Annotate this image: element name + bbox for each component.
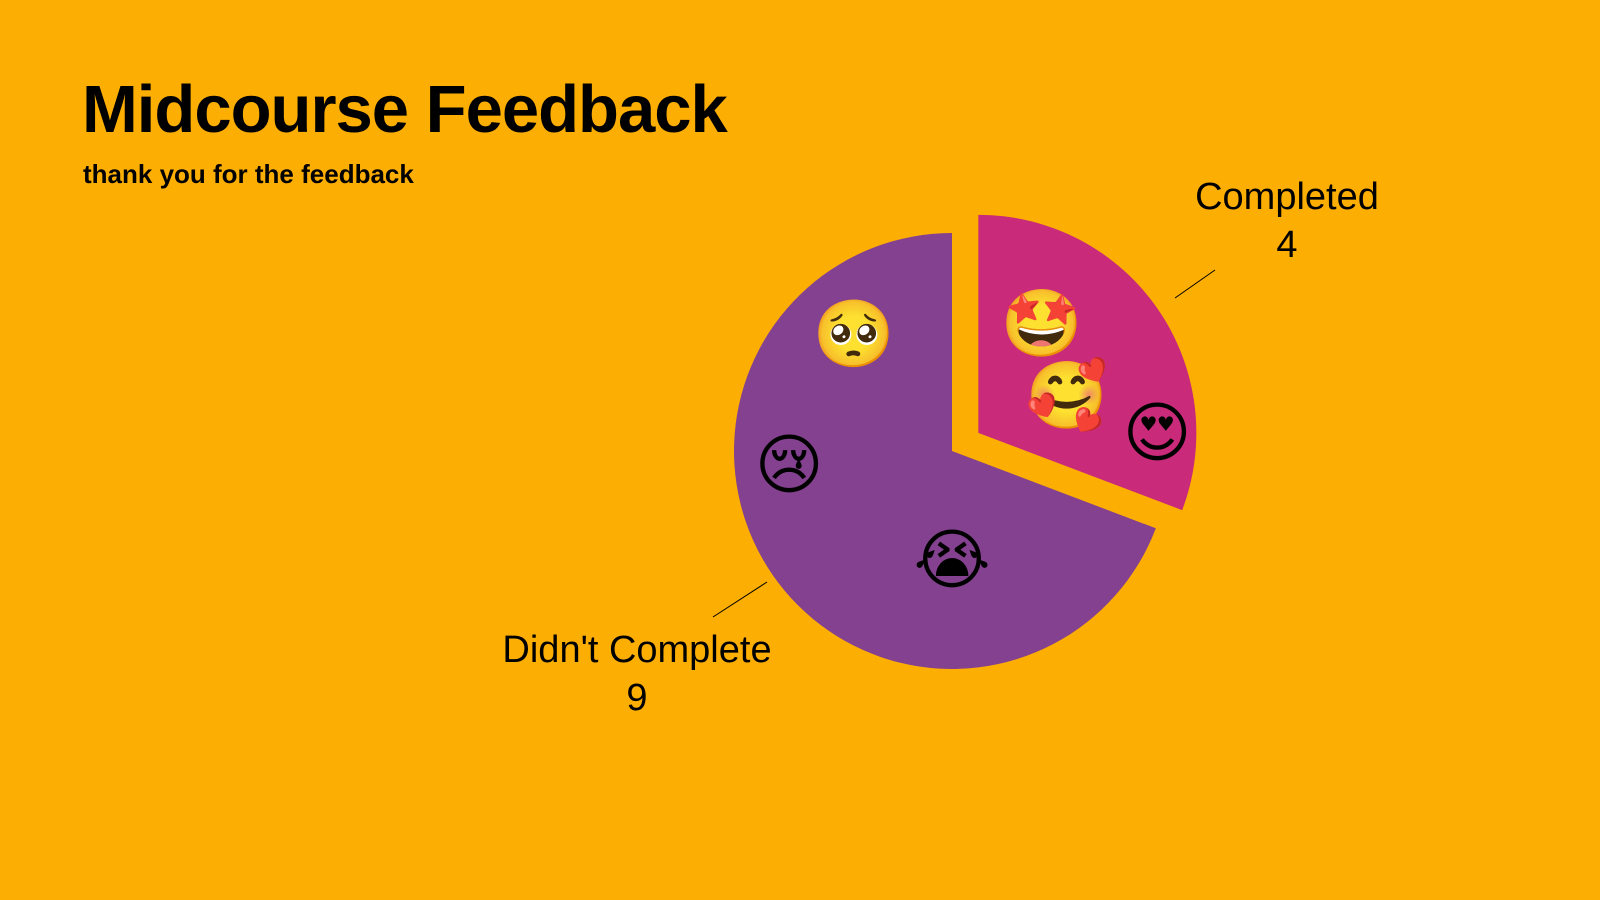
pie-chart: 🤩🥰 😍 Completed 4 🥺 😢 😭 Didn't Complete 9 <box>502 176 1379 719</box>
star-struck-emoji: 🤩 <box>1000 285 1082 362</box>
crying-face-emoji: 😢 <box>755 427 824 504</box>
pleading-face-emoji: 🥺 <box>813 296 895 373</box>
slice-value-completed: 4 <box>1276 224 1297 266</box>
leader-line-completed <box>1174 269 1216 299</box>
smiling-face-with-hearts-emoji: 🥰 <box>1026 356 1108 434</box>
slice-value-didn-t-complete: 9 <box>626 677 647 719</box>
slice-label-didn-t-complete: Didn't Complete <box>502 629 771 671</box>
leader-line-didn-t-complete <box>712 581 768 618</box>
heart-eyes-emoji: 😍 <box>1123 394 1192 471</box>
slice-label-completed: Completed <box>1195 176 1379 218</box>
loudly-crying-face-emoji: 😭 <box>913 522 990 599</box>
